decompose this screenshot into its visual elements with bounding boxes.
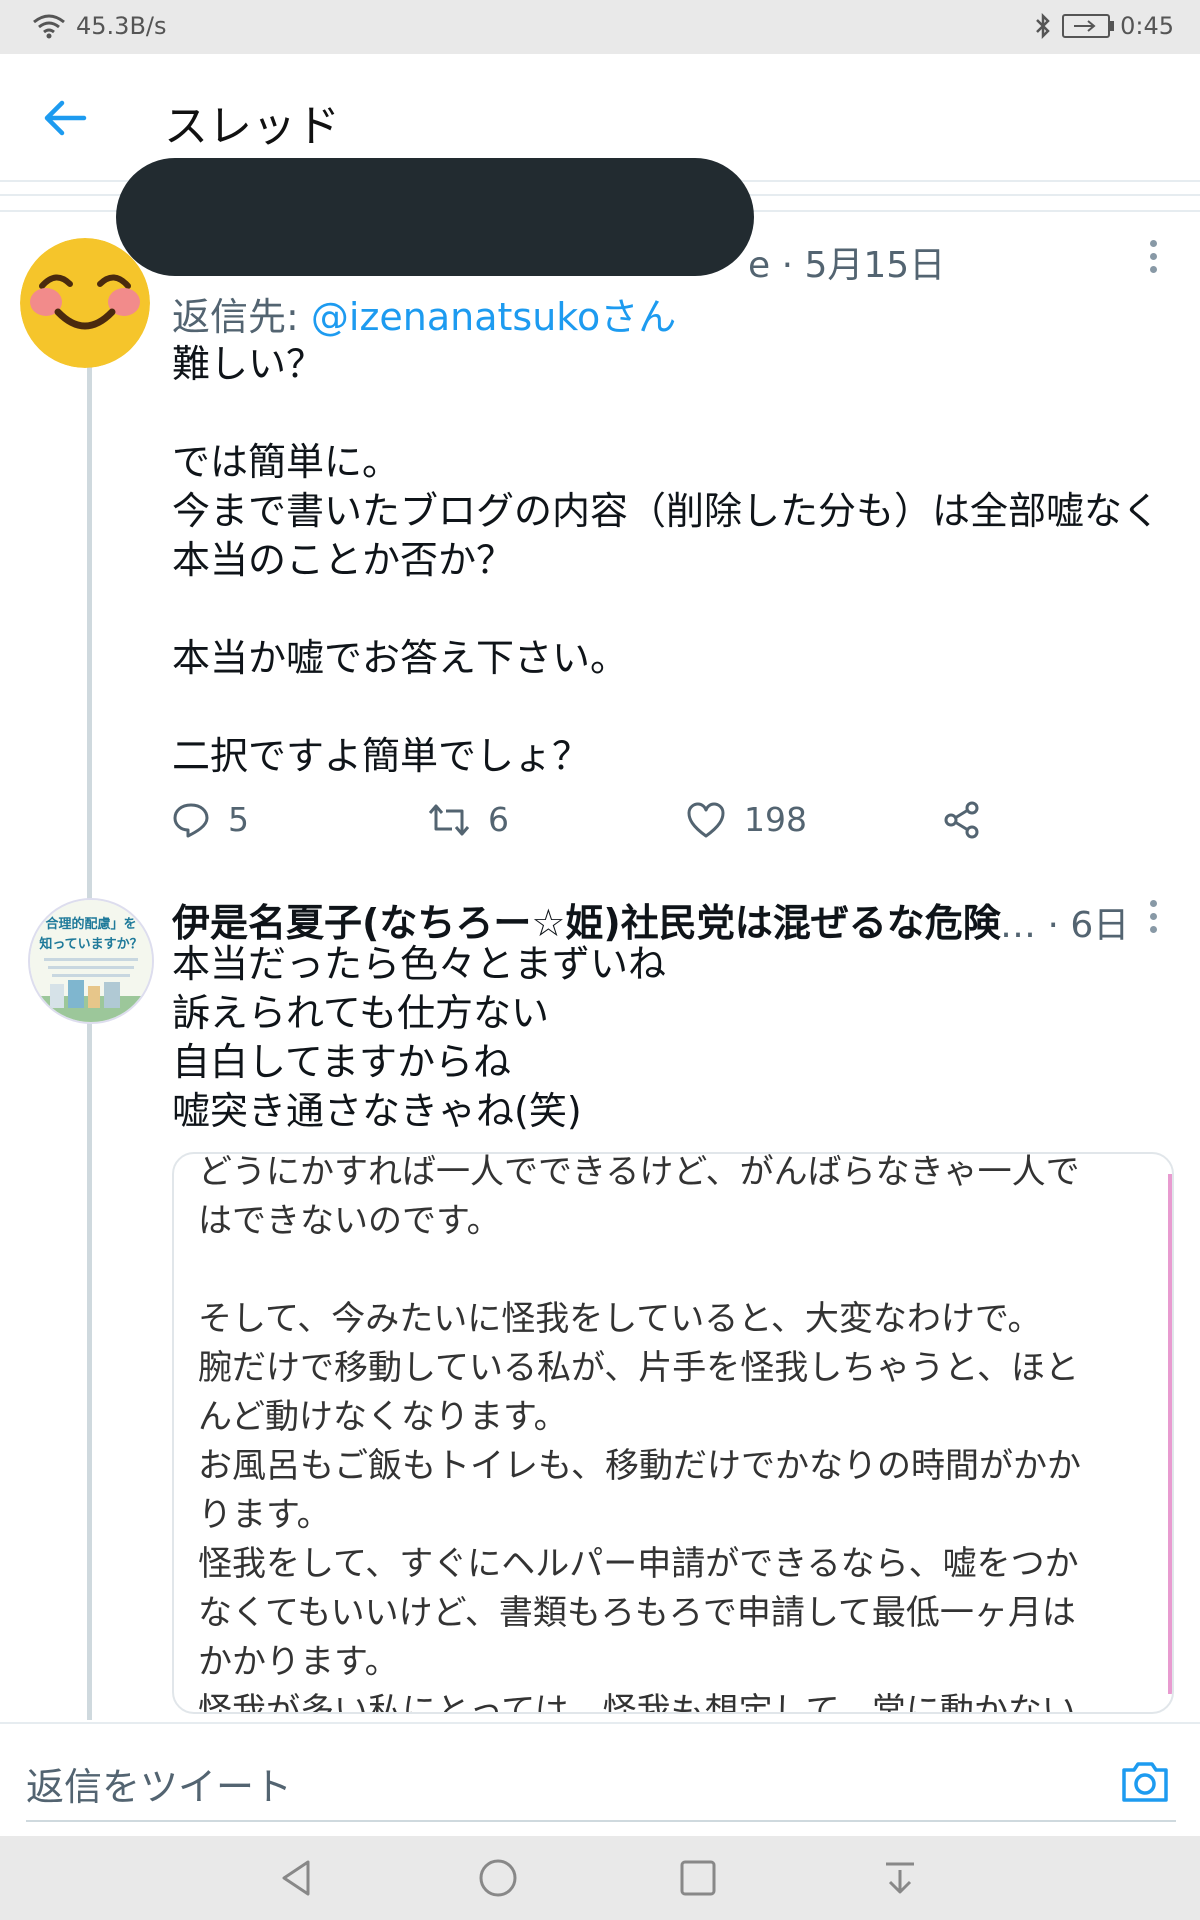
tweet-timestamp: e · 5月15日 xyxy=(748,245,946,286)
image-text-line: どうにかすれば一人でできるけど、がんばらなきゃ一人で xyxy=(198,1152,1080,1192)
nav-recents-icon[interactable] xyxy=(676,1856,720,1900)
attached-image-text: どうにかすれば一人でできるけど、がんばらなきゃ一人で はできないのです。 そして… xyxy=(198,1152,1148,1714)
nav-back-icon[interactable] xyxy=(274,1856,318,1900)
bluetooth-icon xyxy=(1036,13,1050,39)
image-text-line: 怪我が多い私にとっては、怪我も想定して、常に動かない xyxy=(198,1691,1076,1714)
tweet-line: 訴えられても仕方ない xyxy=(172,991,549,1035)
avatar[interactable] xyxy=(20,238,150,368)
tweet-date: · 6日 xyxy=(1047,905,1130,946)
reply-to-handle[interactable]: @izenanatsukoさん xyxy=(311,295,676,339)
reply-count: 5 xyxy=(228,800,249,839)
image-edge-accent xyxy=(1168,1174,1172,1694)
tweet-line: 嘘突き通さなきゃね(笑) xyxy=(172,1089,582,1133)
reply-to-prefix: 返信先: xyxy=(172,295,311,339)
retweet-count: 6 xyxy=(488,800,509,839)
image-text-line: 腕だけで移動している私が、片手を怪我しちゃうと、ほと xyxy=(198,1348,1079,1388)
arrow-left-icon[interactable] xyxy=(40,94,88,142)
image-text-line: 怪我をして、すぐにヘルパー申請ができるなら、嘘をつか xyxy=(198,1544,1079,1584)
avatar-caption-2: 知っていますか？ xyxy=(39,936,142,952)
nav-home-icon[interactable] xyxy=(476,1856,520,1900)
image-text-line: ります。 xyxy=(198,1495,331,1535)
tweet-text: 難しい？ では簡単に。 今まで書いたブログの内容（削除した分も）は全部嘘なく 本… xyxy=(172,340,1172,781)
tweet-actions: 5 6 198 xyxy=(172,800,1012,850)
status-bar: 45.3B/s 0:45 xyxy=(0,0,1200,54)
image-text-line: はできないのです。 xyxy=(198,1201,501,1241)
system-nav-bar xyxy=(0,1836,1200,1920)
like-count: 198 xyxy=(744,800,807,839)
like-button[interactable]: 198 xyxy=(686,800,807,839)
avatar-caption-1: 合理的配慮」を xyxy=(45,916,136,932)
tweet-line: 自白してますからね xyxy=(172,1040,511,1084)
tweet-line: 今まで書いたブログの内容（削除した分も）は全部嘘なく xyxy=(172,489,1161,533)
tweet-line: 本当のことか否か？ xyxy=(172,538,515,582)
image-text-line: お風呂もご飯もトイレも、移動だけでかなりの時間がかか xyxy=(198,1446,1081,1486)
more-options-icon[interactable] xyxy=(1150,240,1158,279)
tweet-text: 本当だったら色々とまずいね 訴えられても仕方ない 自白してますからね 嘘突き通さ… xyxy=(172,940,666,1136)
avatar[interactable]: 合理的配慮」を 知っていますか？ xyxy=(28,898,154,1024)
tweet-line: 本当か嘘でお答え下さい。 xyxy=(172,636,629,680)
clock: 0:45 xyxy=(1120,12,1174,40)
network-speed: 45.3B/s xyxy=(76,12,167,40)
divider xyxy=(0,1722,1200,1724)
page-title: スレッド xyxy=(164,101,340,152)
redacted-username xyxy=(116,158,754,276)
tweet-line: では簡単に。 xyxy=(172,440,401,484)
share-icon xyxy=(944,801,979,839)
tweet-line: 二択ですよ簡単でしょ？ xyxy=(172,734,591,778)
retweet-icon xyxy=(428,804,470,835)
tweet-timestamp: … · 6日 xyxy=(1000,896,1129,948)
share-button[interactable] xyxy=(942,800,982,840)
thread-connector-line xyxy=(87,360,92,1720)
reply-button[interactable]: 5 xyxy=(172,800,249,839)
image-text-line: んど動けなくなります。 xyxy=(198,1397,568,1437)
reply-to: 返信先: @izenanatsukoさん xyxy=(172,286,676,341)
more-options-icon[interactable] xyxy=(1150,900,1158,939)
image-text-line: なくてもいいけど、書類もろもろで申請して最低一ヶ月は xyxy=(198,1593,1076,1633)
reply-input[interactable]: 返信をツイート xyxy=(26,1756,292,1811)
camera-icon[interactable] xyxy=(1120,1756,1170,1806)
reply-icon xyxy=(173,803,209,837)
attached-image[interactable]: どうにかすれば一人でできるけど、がんばらなきゃ一人で はできないのです。 そして… xyxy=(172,1152,1174,1714)
tweet-line: 本当だったら色々とまずいね xyxy=(172,942,667,986)
heart-icon xyxy=(687,802,725,837)
tweet-line: 難しい？ xyxy=(172,342,325,386)
retweet-button[interactable]: 6 xyxy=(428,800,509,839)
name-ellipsis: … xyxy=(1000,905,1036,946)
nav-pulldown-icon[interactable] xyxy=(878,1856,922,1900)
image-text-line: そして、今みたいに怪我をしていると、大変なわけで。 xyxy=(198,1299,1042,1339)
wifi-icon xyxy=(33,14,65,39)
image-text-line: かかります。 xyxy=(198,1642,399,1682)
display-name[interactable]: 伊是名夏子(なちろー☆姫)社民党は混ぜるな危険 xyxy=(172,892,1002,947)
input-underline xyxy=(26,1820,1176,1822)
battery-charging-icon xyxy=(1062,14,1115,38)
